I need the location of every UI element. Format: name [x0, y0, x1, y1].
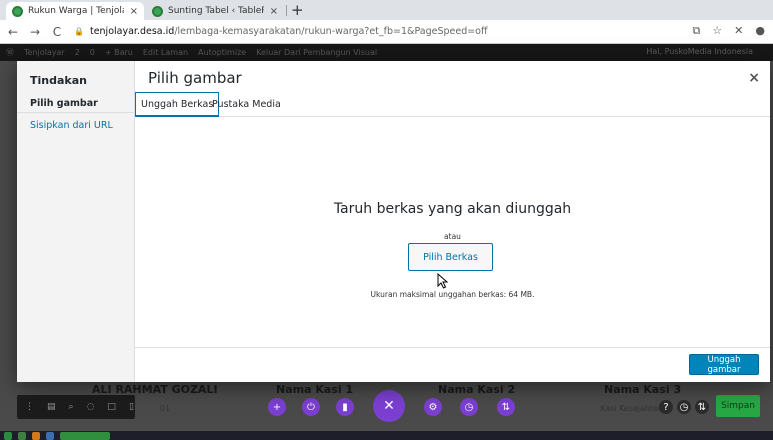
member-name: Nama Kasi 1 [276, 383, 354, 396]
save-button[interactable]: Simpan [716, 395, 760, 417]
extension-x-icon[interactable]: ✕ [734, 24, 743, 38]
tab-close-icon[interactable]: × [130, 6, 138, 17]
browser-tab-rukun-warga[interactable]: Rukun Warga | Tenjolayar × [6, 2, 144, 20]
power-icon[interactable]: ⏻ [302, 398, 320, 416]
chat-icon[interactable]: ◌ [87, 402, 95, 412]
browser-tab-sunting-tabel[interactable]: Sunting Tabel ‹ TablePress ‹ T × [146, 2, 284, 20]
forward-icon[interactable]: → [26, 25, 44, 39]
adminbar-updates[interactable]: 2 [75, 48, 80, 57]
back-icon[interactable]: ← [4, 25, 22, 39]
adminbar-comments[interactable]: 0 [90, 48, 95, 57]
settings-icon[interactable]: ⚙ [424, 398, 442, 416]
select-files-button[interactable]: Pilih Berkas [408, 243, 493, 271]
close-icon[interactable]: × [748, 70, 760, 86]
url-path: /lembaga-kemasyarakatan/rukun-warga?et_f… [174, 26, 488, 37]
adminbar-new[interactable]: + Baru [105, 48, 133, 57]
tab-title: Rukun Warga | Tenjolayar [28, 6, 124, 16]
adminbar-autoptimize[interactable]: Autoptimize [198, 48, 246, 57]
wp-admin-bar: Ⓦ Tenjolayar 2 0 + Baru Edit Laman Autop… [0, 44, 773, 61]
history-icon[interactable]: ◷ [460, 398, 478, 416]
site-favicon-icon [152, 5, 163, 17]
new-tab-button[interactable]: + [291, 1, 304, 19]
os-taskbar [0, 431, 773, 440]
search-icon[interactable]: ⌕ [69, 402, 74, 412]
upload-image-button[interactable]: Unggah gambar [689, 354, 759, 375]
browser-tab-bar: Rukun Warga | Tenjolayar × Sunting Tabel… [0, 0, 773, 20]
sort-icon[interactable]: ⇅ [695, 400, 709, 414]
upload-drop-zone[interactable]: Taruh berkas yang akan diunggah atau Pil… [135, 117, 770, 347]
member-role: 01 [160, 404, 171, 413]
sort-icon[interactable]: ⇅ [497, 398, 515, 416]
address-bar: ← → C 🔒 tenjolayar.desa.id/lembaga-kemas… [0, 20, 773, 44]
wp-logo-icon[interactable]: Ⓦ [6, 47, 14, 58]
close-builder-icon[interactable]: ✕ [373, 390, 405, 422]
app-icon[interactable] [32, 432, 40, 440]
adminbar-site-link[interactable]: Tenjolayar [24, 48, 65, 57]
desktop-icon[interactable]: □ [107, 402, 116, 412]
app-icon[interactable] [18, 432, 26, 440]
tab-close-icon[interactable]: × [270, 6, 278, 17]
media-router: Unggah Berkas Pustaka Media [135, 92, 770, 117]
url-host: tenjolayar.desa.id [89, 26, 175, 37]
app-icon[interactable] [46, 432, 54, 440]
drop-instructions: Taruh berkas yang akan diunggah [333, 201, 572, 217]
mouse-pointer-icon [437, 273, 449, 289]
menu-heading: Tindakan [30, 74, 87, 87]
adminbar-exit-visual-builder[interactable]: Keluar Dari Pembangun Visual [256, 48, 377, 57]
add-icon[interactable]: + [268, 398, 286, 416]
menu-dots-icon[interactable]: ⋮ [25, 402, 34, 412]
app-icon[interactable] [60, 432, 110, 440]
layout-icon[interactable]: ▤ [47, 402, 56, 412]
reload-icon[interactable]: C [48, 25, 66, 39]
modal-title: Pilih gambar [148, 69, 242, 87]
site-favicon-icon [12, 5, 23, 17]
adminbar-edit-page[interactable]: Edit Laman [143, 48, 188, 57]
tab-title: Sunting Tabel ‹ TablePress ‹ T [168, 6, 264, 16]
address-bar-icons: ⧉ ☆ ✕ ● [692, 24, 765, 38]
help-icon[interactable]: ? [659, 400, 673, 414]
menu-divider [17, 112, 135, 113]
menu-item-insert-from-url[interactable]: Sisipkan dari URL [30, 120, 113, 131]
phone-icon[interactable]: ▯ [129, 402, 134, 412]
tab-divider [286, 5, 287, 16]
member-name: Nama Kasi 3 [604, 383, 682, 396]
trash-icon[interactable]: ▮ [336, 398, 354, 416]
bookmark-star-icon[interactable]: ☆ [712, 24, 722, 38]
media-frame-menu: Tindakan Pilih gambar Sisipkan dari URL [17, 61, 135, 382]
media-toolbar: Unggah gambar [135, 347, 770, 382]
tab-media-library[interactable]: Pustaka Media [207, 92, 286, 117]
member-name: Nama Kasi 2 [438, 383, 516, 396]
lock-icon: 🔒 [74, 27, 84, 36]
app-icon[interactable] [4, 432, 12, 440]
media-modal: Tindakan Pilih gambar Sisipkan dari URL … [17, 61, 770, 382]
url-field[interactable]: 🔒 tenjolayar.desa.id/lembaga-kemasyaraka… [74, 26, 488, 37]
builder-page-toolbar: ⋮ ▤ ⌕ ◌ □ ▯ [17, 395, 135, 419]
member-role: Kasi Kesejahtera [600, 404, 667, 413]
max-upload-size: Ukuran maksimal unggahan berkas: 64 MB. [370, 290, 535, 299]
translate-icon[interactable]: ⧉ [692, 24, 700, 38]
or-text: atau [444, 232, 461, 241]
menu-item-select-image[interactable]: Pilih gambar [30, 98, 98, 109]
profile-avatar-icon[interactable]: ● [755, 24, 765, 38]
adminbar-greeting[interactable]: Hai, PuskoMedia Indonesia [646, 47, 753, 56]
history-icon[interactable]: ◷ [677, 400, 691, 414]
